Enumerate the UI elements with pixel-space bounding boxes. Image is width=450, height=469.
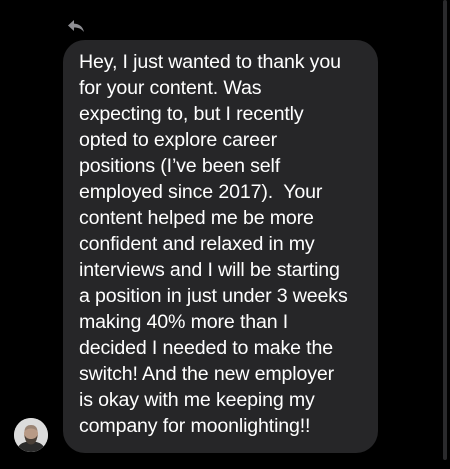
message-line: interviews and I will be starting xyxy=(79,259,340,281)
reply-arrow-icon[interactable] xyxy=(66,18,86,34)
message-line: for your content. Was xyxy=(79,77,262,99)
avatar-photo xyxy=(14,418,48,452)
sender-avatar[interactable] xyxy=(14,418,48,452)
message-line: opted to explore career xyxy=(79,129,278,151)
message-line: is okay with me keeping my xyxy=(79,389,315,411)
message-text: Hey, I just wanted to thank you for your … xyxy=(79,49,368,439)
message-line: making 40% more than I xyxy=(79,311,289,333)
scrollbar[interactable] xyxy=(443,0,447,460)
message-line: switch! And the new employer xyxy=(79,363,335,385)
message-line: expecting to, but I recently xyxy=(79,103,304,125)
message-line: company for moonlighting!! xyxy=(79,415,311,437)
message-line: decided I needed to make the xyxy=(79,337,333,359)
message-line: content helped me be more xyxy=(79,207,314,229)
message-line: a position in just under 3 weeks xyxy=(79,285,348,307)
message-line: employed since 2017). Your xyxy=(79,181,323,203)
message-line: positions (I’ve been self xyxy=(79,155,281,177)
message-bubble[interactable]: Hey, I just wanted to thank you for your … xyxy=(63,40,378,453)
message-line: confident and relaxed in my xyxy=(79,233,315,255)
message-line: Hey, I just wanted to thank you xyxy=(79,51,341,73)
